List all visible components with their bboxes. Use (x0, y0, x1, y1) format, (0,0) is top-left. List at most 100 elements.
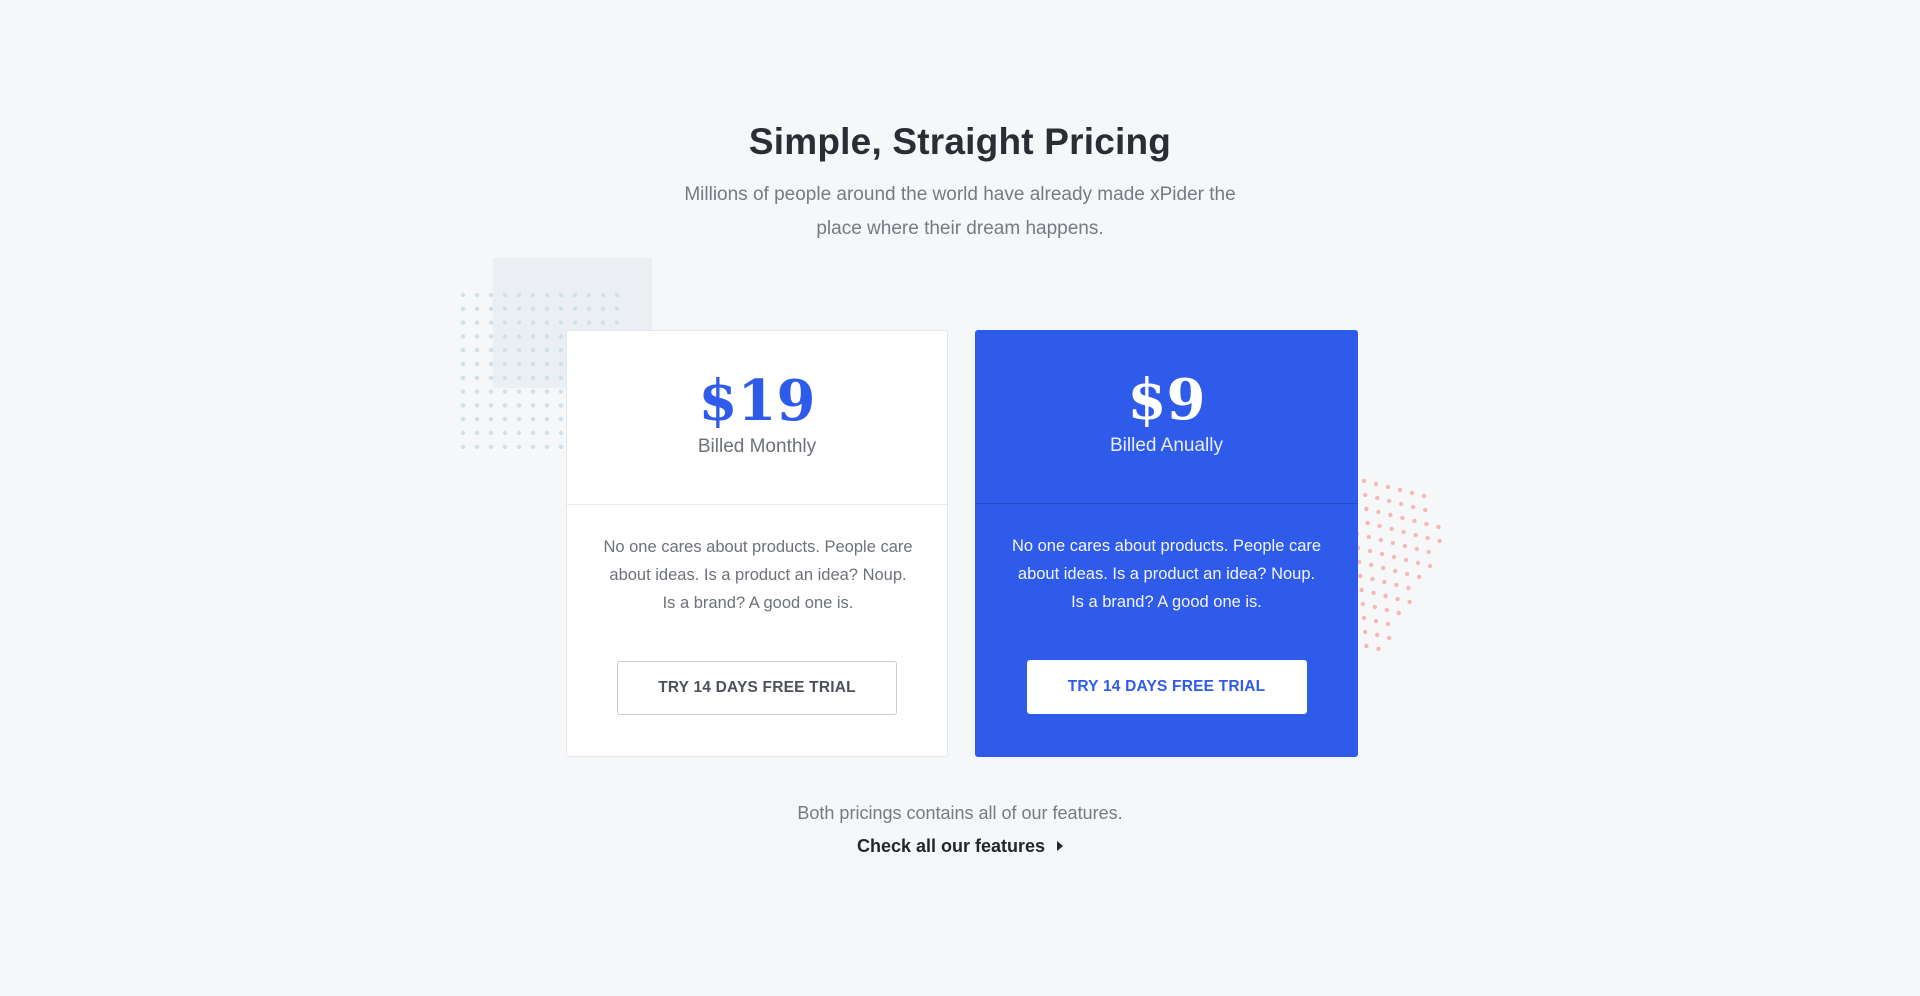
decorative-dot (1421, 493, 1427, 499)
check-features-link-label: Check all our features (856, 836, 1046, 856)
decorative-dot (502, 417, 508, 422)
decorative-dot (1423, 507, 1428, 513)
decorative-dot (488, 417, 494, 422)
decorative-dot (530, 444, 536, 449)
decorative-dot (544, 403, 550, 408)
decorative-dot (460, 361, 466, 367)
decorative-dot (460, 306, 466, 311)
decorative-dot (1400, 515, 1405, 521)
decorative-dot (488, 348, 494, 353)
plan-description: No one cares about products. People care… (1011, 537, 1322, 611)
plan-billing-period: Billed Monthly (697, 436, 817, 457)
decorative-dot (516, 334, 522, 339)
check-features-link[interactable]: Check all our features (0, 833, 1920, 859)
decorative-dot (474, 292, 480, 298)
decorative-dot (516, 348, 522, 353)
decorative-dot (530, 348, 536, 353)
decorative-dot (502, 306, 508, 311)
decorative-dot (1417, 574, 1422, 580)
decorative-dot (1424, 521, 1429, 527)
decorative-dot (572, 292, 578, 298)
decorative-dot (1363, 629, 1368, 635)
decorative-dot (474, 403, 480, 408)
decorative-dot (460, 348, 466, 353)
decorative-dot (488, 292, 494, 298)
section-subtitle: Millions of people around the world have… (684, 184, 1236, 239)
decorative-dot (1369, 562, 1374, 568)
decorative-dot (474, 375, 480, 380)
decorative-dot (474, 334, 480, 339)
free-trial-button-annual[interactable]: TRY 14 DAYS FREE TRIAL (1026, 660, 1307, 714)
decorative-dot (558, 389, 564, 394)
decorative-dot (586, 306, 592, 311)
decorative-dot (1373, 481, 1379, 487)
decorative-dot (488, 334, 494, 339)
decorative-dot (1360, 601, 1365, 607)
decorative-dot (544, 292, 550, 298)
decorative-dot (474, 430, 480, 436)
decorative-dot (530, 334, 536, 339)
decorative-dot (488, 430, 494, 436)
decorative-dot (488, 389, 494, 394)
pricing-card-header: $9 Billed Anually (975, 330, 1358, 504)
decorative-dot (488, 444, 494, 449)
decorative-dot (516, 306, 522, 311)
decorative-dot (488, 320, 494, 325)
decorative-dot (460, 417, 466, 422)
decorative-dot (502, 430, 508, 436)
decorative-dot (1388, 512, 1393, 518)
decorative-dot (502, 389, 508, 394)
decorative-dot (516, 361, 522, 367)
decorative-dot (544, 375, 550, 380)
decorative-dot-pattern-pink (1349, 475, 1442, 652)
decorative-dot (586, 320, 592, 325)
decorative-dot (516, 389, 522, 394)
decorative-dot (1426, 549, 1431, 555)
decorative-dot (558, 306, 564, 311)
decorative-dot (1427, 563, 1433, 569)
decorative-dot (1393, 568, 1398, 574)
pricing-card-monthly: $19 Billed Monthly No one cares about pr… (566, 330, 948, 757)
decorative-dot (1361, 615, 1367, 621)
decorative-dot (1381, 565, 1386, 571)
decorative-dot (530, 361, 536, 367)
decorative-dot (1382, 579, 1387, 585)
decorative-dot (1372, 604, 1377, 610)
decorative-dot (516, 430, 522, 436)
decorative-dot (502, 444, 508, 449)
decorative-dot (474, 348, 480, 353)
decorative-dot (1377, 523, 1382, 529)
decorative-dot (1376, 509, 1381, 515)
decorative-dot (544, 306, 550, 311)
decorative-dot (1403, 557, 1409, 563)
decorative-dot (1370, 576, 1375, 582)
decorative-dot (572, 320, 578, 325)
decorative-dot (558, 417, 564, 422)
decorative-dot (1376, 646, 1381, 652)
decorative-dot (530, 430, 536, 436)
free-trial-button-monthly[interactable]: TRY 14 DAYS FREE TRIAL (617, 661, 897, 715)
decorative-dot (530, 417, 536, 422)
decorative-dot (1413, 532, 1418, 538)
pricing-card-header: $19 Billed Monthly (567, 331, 947, 505)
decorative-dot (1391, 554, 1397, 560)
decorative-dot (474, 361, 480, 367)
decorative-dot (558, 292, 564, 298)
decorative-dot (1361, 478, 1367, 484)
decorative-dot (544, 320, 550, 325)
decorative-dot (1390, 540, 1395, 546)
decorative-dot (1363, 492, 1368, 498)
decorative-dot (516, 444, 522, 449)
decorative-dot (530, 320, 536, 325)
decorative-dot (544, 361, 550, 367)
plan-billing-period: Billed Anually (1109, 435, 1224, 456)
decorative-dot (474, 417, 480, 422)
decorative-dot (1407, 599, 1412, 605)
decorative-dot (558, 320, 564, 325)
decorative-dot (572, 306, 578, 311)
features-note: Both pricings contains all of our featur… (797, 803, 1123, 823)
decorative-dot (460, 334, 466, 339)
decorative-dot (1385, 484, 1391, 490)
decorative-dot (544, 389, 550, 394)
decorative-dot (530, 375, 536, 380)
